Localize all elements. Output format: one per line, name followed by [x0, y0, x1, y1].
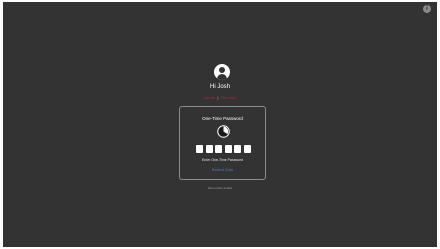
account-links: Log out | Not Josh? [3, 96, 437, 100]
otp-digit-5[interactable] [234, 145, 242, 153]
otp-digit-6[interactable] [243, 145, 251, 153]
otp-input-row [196, 145, 251, 154]
otp-digit-3[interactable] [215, 145, 223, 153]
footer-text[interactable]: Remember details [3, 186, 437, 190]
info-icon[interactable]: i [423, 5, 431, 13]
avatar-shoulders [217, 74, 227, 80]
otp-digit-2[interactable] [205, 145, 213, 153]
avatar-head [219, 67, 225, 73]
otp-input-label: Enter One-Time Password [201, 158, 244, 162]
link-separator: | [217, 96, 219, 100]
not-user-link[interactable]: Not Josh? [221, 96, 237, 100]
greeting-text: Hi Josh [209, 84, 230, 90]
otp-digit-4[interactable] [224, 145, 232, 153]
otp-digit-1[interactable] [196, 145, 203, 153]
login-screen: i Hi Josh Log out | Not Josh? One-Time Pas… [3, 2, 437, 247]
countdown-timer-icon [217, 125, 230, 138]
logout-link[interactable]: Log out [203, 96, 215, 100]
otp-card: One-Time Password Enter One-Time Passwor… [179, 106, 266, 180]
resend-code-link[interactable]: Resend Code [180, 168, 265, 172]
otp-card-title: One-Time Password [202, 116, 243, 121]
user-avatar-icon [214, 64, 230, 80]
